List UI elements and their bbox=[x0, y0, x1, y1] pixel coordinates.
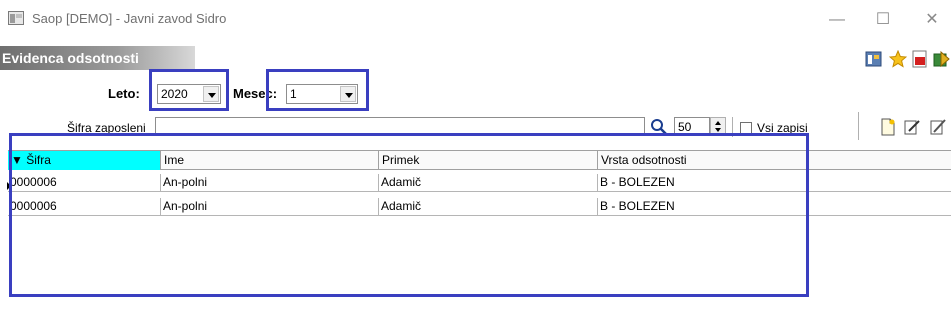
new-document-icon[interactable] bbox=[880, 118, 896, 136]
pdf-icon[interactable] bbox=[911, 50, 929, 68]
module-bar: Evidenca odsotnosti bbox=[0, 46, 951, 70]
close-icon: ✕ bbox=[925, 11, 939, 28]
app-icon bbox=[8, 11, 24, 25]
highlight-table bbox=[9, 133, 809, 297]
window-titlebar: Saop [DEMO] - Javni zavod Sidro — ☐ ✕ bbox=[0, 0, 951, 40]
edit-alt-icon[interactable] bbox=[930, 118, 946, 136]
maximize-icon: ☐ bbox=[875, 11, 891, 28]
edit-icon[interactable] bbox=[904, 118, 920, 136]
page-size-value: 50 bbox=[678, 120, 692, 134]
highlight-leto bbox=[149, 69, 229, 111]
maximize-button[interactable]: ☐ bbox=[868, 8, 898, 32]
exit-icon[interactable] bbox=[932, 50, 950, 68]
minimize-icon: — bbox=[829, 11, 845, 28]
layout-icon[interactable] bbox=[865, 50, 883, 68]
divider bbox=[858, 112, 859, 140]
star-icon[interactable] bbox=[889, 50, 907, 68]
module-title: Evidenca odsotnosti bbox=[0, 46, 195, 70]
minimize-button[interactable]: — bbox=[822, 8, 852, 32]
highlight-mesec bbox=[266, 69, 369, 111]
window-title: Saop [DEMO] - Javni zavod Sidro bbox=[32, 11, 227, 26]
close-button[interactable]: ✕ bbox=[917, 8, 947, 32]
leto-label: Leto: bbox=[108, 86, 140, 101]
